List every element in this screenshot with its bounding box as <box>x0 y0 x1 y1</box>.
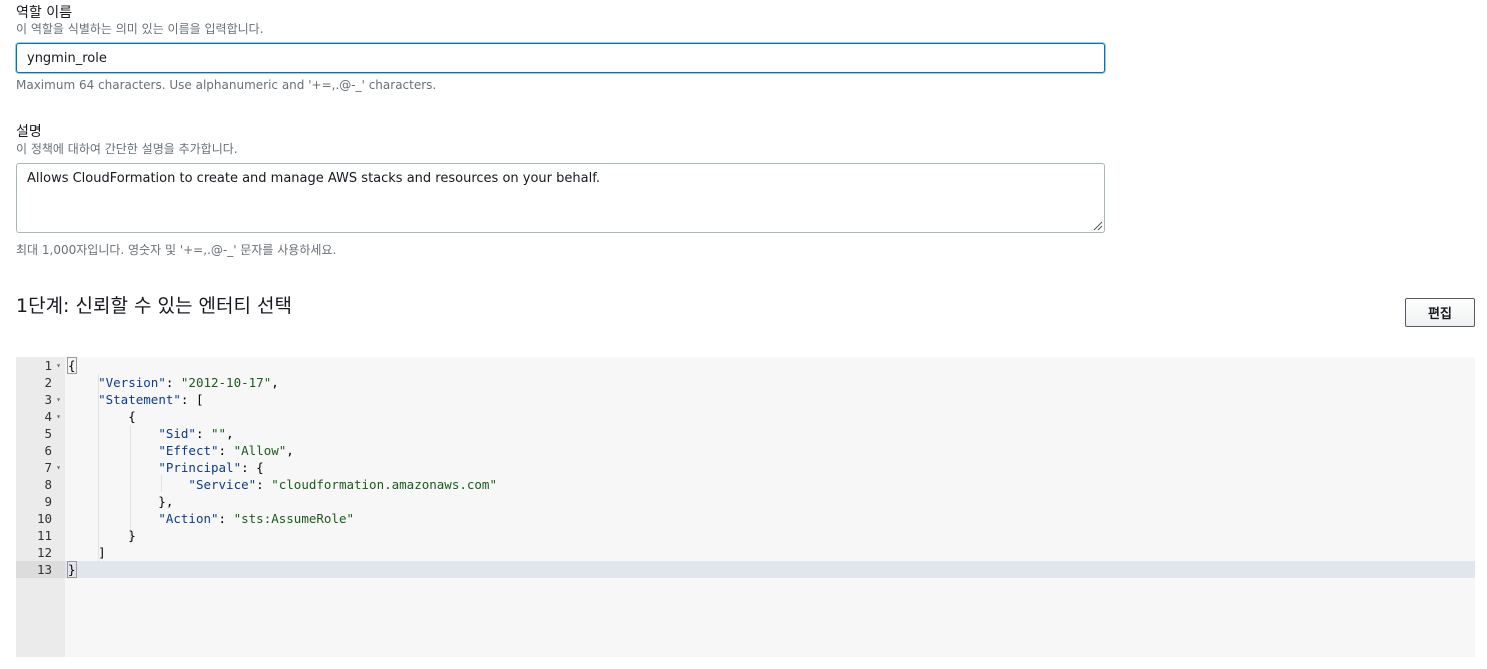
code-line[interactable]: 3 ▾ "Statement": [ <box>16 391 1475 408</box>
line-number: 10 <box>16 510 65 527</box>
line-number-text: 2 <box>44 375 52 390</box>
json-string: "sts:AssumeRole" <box>233 511 355 526</box>
json-string: "Allow" <box>233 443 287 458</box>
resize-handle-icon[interactable] <box>1092 220 1103 231</box>
code-text: "Version": "2012-10-17", <box>98 375 279 390</box>
line-number: 8 <box>16 476 65 493</box>
line-number-text: 3 <box>44 392 52 407</box>
fold-arrow-icon[interactable]: ▾ <box>56 357 61 374</box>
code-line[interactable]: 12 ] <box>16 544 1475 561</box>
line-number: 12 <box>16 544 65 561</box>
code-text: "Effect": "Allow", <box>158 443 294 458</box>
step1-title: 1단계: 신뢰할 수 있는 엔터티 선택 <box>16 295 292 317</box>
line-number: 7 ▾ <box>16 459 65 476</box>
line-number-text: 8 <box>44 477 52 492</box>
code-line[interactable]: 4 ▾ { <box>16 408 1475 425</box>
role-name-label: 역할 이름 <box>16 5 72 21</box>
code-line[interactable]: 13} <box>16 561 1475 578</box>
code-text: "Principal": { <box>158 460 264 475</box>
code-line[interactable]: 9 }, <box>16 493 1475 510</box>
json-key: "Version" <box>98 375 166 390</box>
line-number-text: 5 <box>44 426 52 441</box>
line-number-text: 7 <box>44 460 52 475</box>
matched-bracket: { <box>67 357 77 374</box>
code-text: { <box>67 357 77 374</box>
fold-arrow-icon[interactable]: ▾ <box>56 459 61 476</box>
description-constraint: 최대 1,000자입니다. 영숫자 및 '+=,.@-_' 문자를 사용하세요. <box>16 243 337 257</box>
line-number: 6 <box>16 442 65 459</box>
description-textarea[interactable]: Allows CloudFormation to create and mana… <box>16 163 1105 233</box>
code-text: }, <box>68 494 174 509</box>
line-number: 3 ▾ <box>16 391 65 408</box>
code-line[interactable]: 11 } <box>16 527 1475 544</box>
line-number-text: 4 <box>44 409 52 424</box>
line-number-text: 13 <box>36 562 52 577</box>
line-number: 5 <box>16 425 65 442</box>
create-role-page: 역할 이름 이 역할을 식별하는 의미 있는 이름을 입력합니다. Maximu… <box>0 0 1487 669</box>
line-number-text: 10 <box>36 511 52 526</box>
json-key: "Sid" <box>158 426 196 441</box>
json-key: "Service" <box>188 477 257 492</box>
line-number: 4 ▾ <box>16 408 65 425</box>
code-text: } <box>67 561 77 578</box>
line-number-text: 11 <box>36 528 52 543</box>
json-key: "Effect" <box>158 443 219 458</box>
code-text: "Action": "sts:AssumeRole" <box>158 511 355 526</box>
line-number-text: 1 <box>44 358 52 373</box>
description-hint: 이 정책에 대하여 간단한 설명을 추가합니다. <box>16 142 238 156</box>
line-number: 11 <box>16 527 65 544</box>
description-label: 설명 <box>16 124 42 140</box>
code-line[interactable]: 2 "Version": "2012-10-17", <box>16 374 1475 391</box>
code-text: "Sid": "", <box>158 426 234 441</box>
line-number-text: 12 <box>36 545 52 560</box>
code-line[interactable]: 10 "Action": "sts:AssumeRole" <box>16 510 1475 527</box>
code-line[interactable]: 5 "Sid": "", <box>16 425 1475 442</box>
json-string: "cloudformation.amazonaws.com" <box>271 477 497 492</box>
line-number: 9 <box>16 493 65 510</box>
edit-button[interactable]: 편집 <box>1405 298 1475 327</box>
json-key: "Statement" <box>98 392 181 407</box>
code-line[interactable]: 1 ▾{ <box>16 357 1475 374</box>
line-number: 13 <box>16 561 65 578</box>
line-number: 1 ▾ <box>16 357 65 374</box>
code-text: ] <box>68 545 106 560</box>
role-name-constraint: Maximum 64 characters. Use alphanumeric … <box>16 78 437 92</box>
line-number: 2 <box>16 374 65 391</box>
json-key: "Principal" <box>158 460 242 475</box>
json-key: "Action" <box>158 511 219 526</box>
code-line[interactable]: 8 "Service": "cloudformation.amazonaws.c… <box>16 476 1475 493</box>
code-line[interactable]: 6 "Effect": "Allow", <box>16 442 1475 459</box>
json-string: "" <box>211 426 227 441</box>
role-name-input[interactable] <box>16 43 1105 73</box>
code-text: "Statement": [ <box>98 392 204 407</box>
json-string: "2012-10-17" <box>180 375 272 390</box>
line-number-text: 6 <box>44 443 52 458</box>
matched-bracket: } <box>67 561 77 578</box>
role-name-hint: 이 역할을 식별하는 의미 있는 이름을 입력합니다. <box>16 22 264 36</box>
code-line[interactable]: 7 ▾ "Principal": { <box>16 459 1475 476</box>
fold-arrow-icon[interactable]: ▾ <box>56 408 61 425</box>
line-number-text: 9 <box>44 494 52 509</box>
code-text: } <box>68 528 136 543</box>
policy-json-editor[interactable]: 1 ▾{2 "Version": "2012-10-17", 3 ▾ "Stateme… <box>16 357 1475 657</box>
code-text: { <box>68 409 136 424</box>
code-text: "Service": "cloudformation.amazonaws.com… <box>188 477 497 492</box>
fold-arrow-icon[interactable]: ▾ <box>56 391 61 408</box>
